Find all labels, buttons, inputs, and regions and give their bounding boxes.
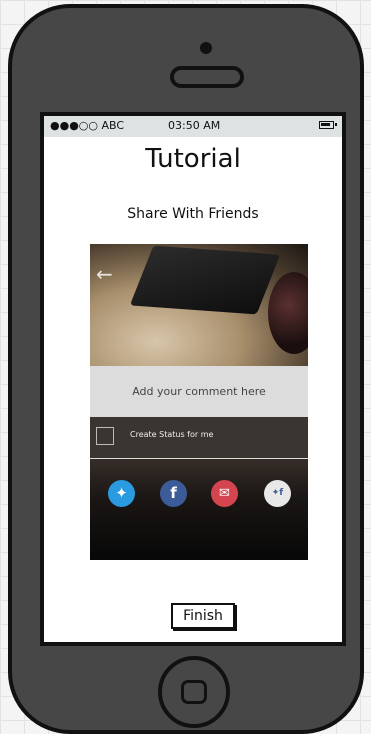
- create-status-label: Create Status for me: [130, 430, 214, 439]
- facebook-icon[interactable]: f: [160, 480, 187, 507]
- battery-icon: [319, 121, 337, 129]
- photo-preview: ←: [90, 244, 308, 366]
- back-arrow-icon[interactable]: ←: [96, 262, 113, 286]
- email-icon[interactable]: ✉: [211, 480, 238, 507]
- finish-button[interactable]: Finish: [171, 603, 235, 629]
- mouse-image: [268, 272, 308, 354]
- share-icons-row: ✦ f ✉ ✦f: [90, 459, 308, 560]
- home-square-icon: [181, 680, 207, 704]
- carrier-signal: ●●●○○ ABC: [50, 119, 125, 132]
- home-button[interactable]: [158, 656, 230, 728]
- phone-speaker: [170, 66, 244, 88]
- laptop-image: [129, 245, 281, 315]
- create-status-row[interactable]: Create Status for me: [90, 417, 308, 459]
- status-bar: ●●●○○ ABC 03:50 AM: [44, 116, 342, 137]
- phone-camera: [200, 42, 212, 54]
- phone-screen: ●●●○○ ABC 03:50 AM Tutorial Share With F…: [40, 112, 346, 646]
- comment-input[interactable]: Add your comment here: [90, 366, 308, 417]
- twitter-icon[interactable]: ✦: [108, 480, 135, 507]
- share-card: ← Add your comment here Create Status fo…: [90, 244, 308, 560]
- create-status-checkbox[interactable]: [96, 427, 114, 445]
- social-more-icon[interactable]: ✦f: [264, 480, 291, 507]
- page-title: Tutorial: [145, 144, 241, 174]
- status-time: 03:50 AM: [168, 119, 221, 132]
- page-subtitle: Share With Friends: [127, 206, 259, 222]
